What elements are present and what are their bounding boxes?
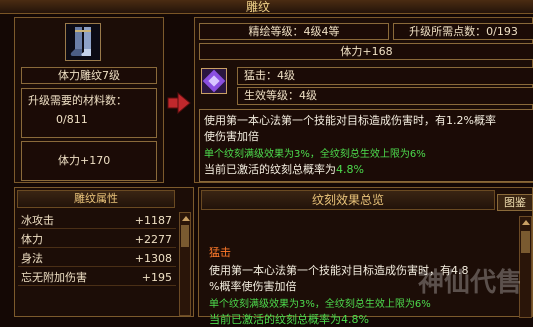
material-box: 升级需要的材料数： 0/811	[21, 88, 157, 138]
scroll-up-icon[interactable]	[182, 216, 190, 221]
attr-name: 体力	[21, 233, 43, 246]
right-upper-panel: 精绘等级：4级4等 升级所需点数：0/193 体力+168 猛击：4级 生效等级…	[194, 17, 533, 183]
attr-row[interactable]: 忘无附加伤害 +195	[18, 270, 176, 286]
skill-box: 猛击：4级 生效等级：4级	[237, 67, 533, 105]
attributes-title: 雕纹属性	[17, 190, 175, 208]
item-name: 体力雕纹7级	[21, 67, 157, 84]
stat-bar: 体力+168	[199, 43, 533, 60]
arrow-right-icon	[167, 91, 191, 115]
attr-value: +2277	[134, 233, 172, 246]
attributes-list: 冰攻击 +1187 体力 +2277 身法 +1308 忘无附加伤害 +195	[18, 213, 176, 286]
gem-icon	[202, 69, 226, 93]
activated-line: 当前已激活的纹刻总概率为4.8%	[204, 161, 364, 177]
attributes-panel: 雕纹属性 冰攻击 +1187 体力 +2277 身法 +1308 忘无附加伤害 …	[14, 187, 194, 317]
watermark: 神仙代售	[418, 268, 523, 298]
summary-desc-line2: %概率使伤害加倍	[209, 280, 297, 293]
scroll-thumb[interactable]	[181, 225, 189, 247]
attr-value: +1187	[134, 214, 172, 227]
attr-row[interactable]: 身法 +1308	[18, 251, 176, 267]
summary-skill-name: 猛击	[209, 246, 231, 259]
left-upper-panel: 体力雕纹7级 升级需要的材料数： 0/811 体力+170	[14, 17, 164, 183]
desc-line2: 使伤害加倍	[204, 130, 259, 143]
boot-icon	[70, 27, 91, 56]
material-label: 升级需要的材料数：	[28, 94, 127, 107]
skill-name: 猛击：4级	[237, 67, 533, 85]
attr-name: 冰攻击	[21, 214, 54, 227]
attr-value: +195	[141, 271, 172, 284]
summary-green-line: 单个纹刻满级效果为3%，全纹刻总生效上限为6%	[209, 299, 431, 310]
scroll-thumb[interactable]	[521, 231, 530, 253]
left-stat: 体力+170	[21, 141, 157, 181]
desc-green-line: 单个纹刻满级效果为3%，全纹刻总生效上限为6%	[204, 149, 426, 160]
summary-title: 纹刻效果总览	[201, 190, 495, 210]
window-title: 雕纹	[246, 0, 271, 14]
attr-name: 身法	[21, 252, 43, 265]
gem-slot[interactable]	[201, 68, 227, 94]
engrave-level: 精绘等级：4级4等	[199, 23, 389, 40]
activated-value: 4.8%	[336, 163, 364, 176]
attr-row[interactable]: 体力 +2277	[18, 232, 176, 248]
attributes-scrollbar[interactable]	[179, 212, 191, 316]
title-bar: 雕纹	[0, 0, 533, 14]
scroll-up-icon[interactable]	[522, 220, 530, 225]
activated-label: 当前已激活的纹刻总概率为	[204, 163, 336, 176]
attr-value: +1308	[134, 252, 172, 265]
desc-line1: 使用第一本心法第一个技能对目标造成伤害时，有1.2%概率	[204, 114, 496, 127]
effect-level: 生效等级：4级	[237, 87, 533, 105]
tab-illustration[interactable]: 图鉴	[497, 194, 533, 211]
attr-name: 忘无附加伤害	[21, 271, 87, 284]
upgrade-points: 升级所需点数：0/193	[393, 23, 533, 40]
attr-row[interactable]: 冰攻击 +1187	[18, 213, 176, 229]
summary-activated-partial: 当前已激活的纹刻总概率为4.8%	[209, 313, 369, 326]
item-slot[interactable]	[65, 23, 101, 61]
desc-box: 使用第一本心法第一个技能对目标造成伤害时，有1.2%概率 使伤害加倍 单个纹刻满…	[199, 109, 533, 182]
material-value: 0/811	[56, 113, 88, 126]
